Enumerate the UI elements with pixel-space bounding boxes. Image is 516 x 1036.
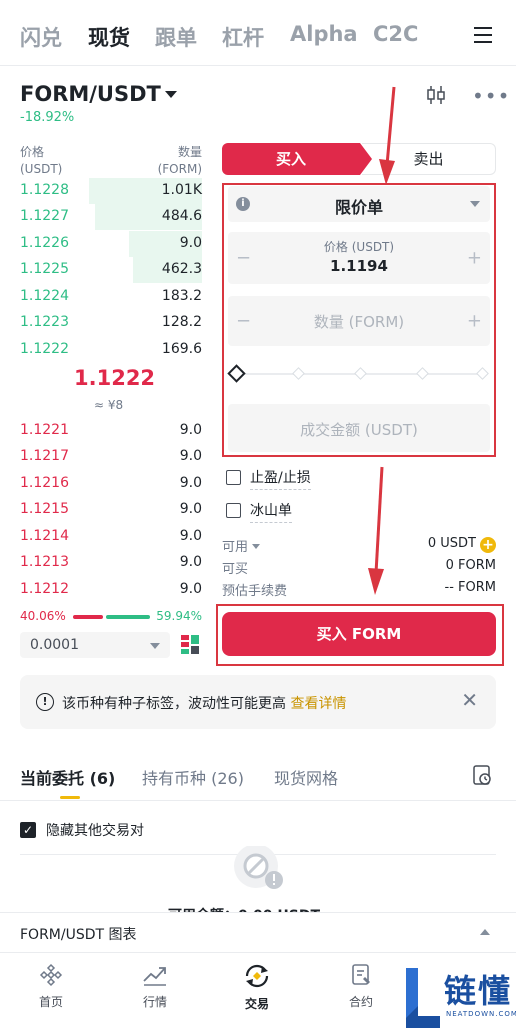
last-price-cny: ≈ ¥8 <box>94 398 124 412</box>
nav-home[interactable]: 首页 <box>16 963 86 1010</box>
orderbook-row[interactable]: 1.1223 128.2 <box>20 310 202 336</box>
orderbook-row[interactable]: 1.1227 484.6 <box>20 204 202 230</box>
empty-state-icon <box>234 846 283 889</box>
orderbook-layout-icon[interactable] <box>180 634 200 656</box>
futures-icon <box>352 964 370 985</box>
pair-symbol[interactable]: FORM/USDT <box>20 82 161 106</box>
pair-dropdown-icon[interactable] <box>165 91 177 98</box>
nav-markets[interactable]: 行情 <box>120 963 190 1010</box>
orderbook-row[interactable]: 1.1222 169.6 <box>20 337 202 363</box>
tab-alpha[interactable]: Alpha <box>290 22 358 46</box>
active-tab-indicator <box>60 796 80 799</box>
nav-futures[interactable]: 合约 <box>326 963 396 1010</box>
orderbook-price-header: 价格 (USDT) <box>20 145 63 176</box>
tab-holdings[interactable]: 持有币种 (26) <box>142 765 244 789</box>
orderbook-row[interactable]: 1.1221 9.0 <box>20 418 202 444</box>
menu-icon[interactable] <box>474 27 492 43</box>
order-history-icon[interactable] <box>472 764 492 786</box>
home-icon <box>39 963 63 987</box>
tab-spot[interactable]: 现货 <box>88 22 130 52</box>
sell-ratio: 40.06% <box>20 609 66 623</box>
orderbook-row[interactable]: 1.1225 462.3 <box>20 257 202 283</box>
annotation-box-button <box>216 604 504 666</box>
trade-icon <box>245 964 269 988</box>
orderbook-row[interactable]: 1.1216 9.0 <box>20 471 202 497</box>
orderbook-row[interactable]: 1.1224 183.2 <box>20 284 202 310</box>
iceberg-label[interactable]: 冰山单 <box>250 500 292 523</box>
buy-ratio: 59.94% <box>156 609 202 623</box>
candlestick-icon[interactable] <box>426 84 446 106</box>
tab-c2c[interactable]: C2C <box>373 22 418 46</box>
annotation-arrow-down <box>368 466 384 595</box>
tab-spot-grid[interactable]: 现货网格 <box>274 765 338 789</box>
tab-open-orders[interactable]: 当前委托 (6) <box>20 765 115 789</box>
iceberg-checkbox[interactable] <box>226 503 241 518</box>
nav-trade[interactable]: 交易 <box>222 963 292 1012</box>
alert-icon: ! <box>36 693 54 711</box>
watermark-logo: 链懂 NEATDOWN.COM <box>400 960 516 1036</box>
tpsl-checkbox[interactable] <box>226 470 241 485</box>
top-nav: 闪兑 现货 跟单 杠杆 Alpha C2C <box>0 0 516 66</box>
chevron-up-icon <box>480 929 490 935</box>
buy-tab[interactable]: 买入 <box>222 143 372 175</box>
chart-toggle[interactable]: FORM/USDT 图表 <box>0 912 516 952</box>
price-change: -18.92% <box>20 110 75 125</box>
buy-ratio-bar <box>106 615 150 619</box>
tpsl-label[interactable]: 止盈/止损 <box>250 467 311 490</box>
tab-margin[interactable]: 杠杆 <box>222 22 264 52</box>
markets-icon <box>143 967 166 986</box>
sell-ratio-bar <box>73 615 103 619</box>
hide-other-pairs-label[interactable]: 隐藏其他交易对 <box>46 820 144 840</box>
chevron-down-icon <box>252 544 261 549</box>
precision-select[interactable]: 0.0001 <box>20 632 170 658</box>
orderbook-row[interactable]: 1.1226 9.0 <box>20 231 202 257</box>
orderbook-row[interactable]: 1.1228 1.01K <box>20 178 202 204</box>
seed-tag-notice: ! 该币种有种子标签，波动性可能更高 查看详情 ✕ <box>20 675 496 729</box>
orderbook-row[interactable]: 1.1213 9.0 <box>20 550 202 576</box>
annotation-box-form <box>222 183 496 457</box>
watermark-l-icon <box>406 968 440 1028</box>
annotation-arrow-down <box>379 86 396 185</box>
last-price[interactable]: 1.1222 <box>74 366 155 390</box>
orderbook-row[interactable]: 1.1212 9.0 <box>20 577 202 603</box>
view-details-link[interactable]: 查看详情 <box>290 696 346 712</box>
add-funds-icon[interactable]: + <box>480 537 496 553</box>
close-icon[interactable]: ✕ <box>461 688 478 712</box>
hide-other-pairs-checkbox[interactable]: ✓ <box>20 822 36 838</box>
orderbook-row[interactable]: 1.1214 9.0 <box>20 524 202 550</box>
tab-convert[interactable]: 闪兑 <box>20 22 62 52</box>
orderbook-qty-header: 数量 (FORM) <box>157 145 202 176</box>
more-icon[interactable]: ••• <box>472 86 510 106</box>
orderbook-row[interactable]: 1.1215 9.0 <box>20 497 202 523</box>
tab-copy-trading[interactable]: 跟单 <box>155 22 197 52</box>
chevron-down-icon <box>150 643 160 649</box>
orderbook-row[interactable]: 1.1217 9.0 <box>20 444 202 470</box>
